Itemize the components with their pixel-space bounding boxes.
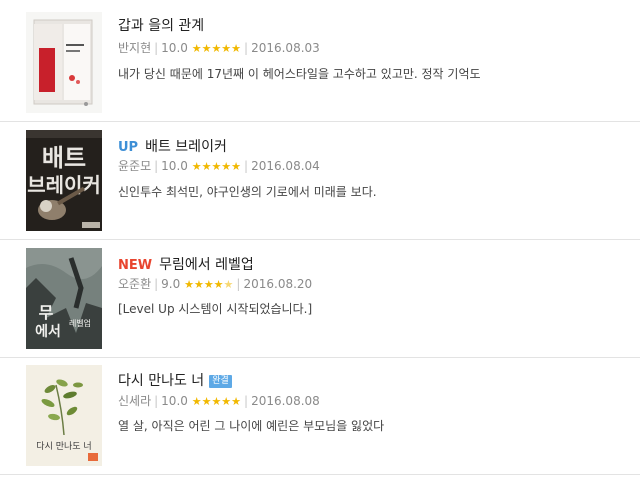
book-cover[interactable]: [26, 12, 102, 113]
divider: |: [154, 394, 159, 408]
book-cover[interactable]: 무 에서 레벨업: [26, 248, 102, 349]
star-rating-icon: ★★★★★: [191, 395, 242, 408]
svg-text:브레이커: 브레이커: [27, 173, 101, 197]
half-star-icon: ★: [223, 278, 234, 291]
svg-text:무: 무: [39, 303, 54, 322]
author-name[interactable]: 윤준모: [118, 159, 151, 173]
book-cover[interactable]: 다시 만나도 너: [26, 365, 102, 466]
rating-value: 10.0: [161, 41, 188, 55]
rating-value: 10.0: [161, 159, 188, 173]
rating-value: 10.0: [161, 394, 188, 408]
rating-value: 9.0: [161, 277, 181, 291]
book-description[interactable]: [Level Up 시스템이 시작되었습니다.]: [118, 300, 312, 317]
book-title[interactable]: 갑과 을의 관계: [118, 18, 204, 34]
divider: |: [154, 277, 159, 291]
divider: |: [154, 159, 159, 173]
book-title[interactable]: 다시 만나도 너: [118, 373, 204, 389]
book-meta: 오준환 | 9.0 ★★★★★ | 2016.08.20: [118, 275, 312, 292]
divider: |: [154, 41, 159, 55]
book-description[interactable]: 내가 당신 때문에 17년째 이 헤어스타일을 고수하고 있고만. 정작 기억도: [118, 65, 481, 82]
book-meta: 반지현 | 10.0 ★★★★★ | 2016.08.03: [118, 39, 320, 56]
svg-text:에서: 에서: [35, 324, 61, 340]
book-title-line[interactable]: NEW 무림에서 레벨업: [118, 254, 254, 274]
new-badge: NEW: [118, 258, 153, 273]
publish-date: 2016.08.04: [251, 159, 320, 173]
book-title[interactable]: 무림에서 레벨업: [159, 257, 254, 273]
divider: [0, 121, 640, 122]
publish-date: 2016.08.20: [243, 277, 313, 291]
book-cover[interactable]: 배트 브레이커: [26, 130, 102, 231]
divider: [0, 474, 640, 475]
author-name[interactable]: 신세라: [118, 394, 151, 408]
star-rating-icon: ★★★★★: [191, 42, 242, 55]
star-rating-icon: ★★★★★: [191, 160, 242, 173]
book-title[interactable]: 배트 브레이커: [145, 139, 227, 155]
divider: [0, 357, 640, 358]
complete-badge: 완결: [209, 375, 232, 388]
up-badge: UP: [118, 140, 139, 155]
divider: |: [244, 41, 249, 55]
book-description[interactable]: 신인투수 최석민, 야구인생의 기로에서 미래를 보다.: [118, 183, 377, 200]
book-description[interactable]: 열 살, 아직은 어린 그 나이에 예린은 부모님을 잃었다: [118, 417, 384, 434]
star-rating-icon: ★★★★: [184, 278, 224, 291]
svg-text:배트: 배트: [42, 144, 86, 172]
book-meta: 신세라 | 10.0 ★★★★★ | 2016.08.08: [118, 392, 320, 409]
author-name[interactable]: 오준환: [118, 277, 151, 291]
publish-date: 2016.08.08: [251, 394, 320, 408]
divider: |: [236, 277, 241, 291]
book-title-line[interactable]: 다시 만나도 너 완결: [118, 370, 232, 390]
svg-text:다시 만나도 너: 다시 만나도 너: [36, 441, 91, 452]
divider: [0, 239, 640, 240]
svg-text:레벨업: 레벨업: [69, 318, 91, 328]
book-title-line[interactable]: 갑과 을의 관계: [118, 15, 204, 35]
author-name[interactable]: 반지현: [118, 41, 151, 55]
divider: |: [244, 394, 249, 408]
divider: |: [244, 159, 249, 173]
publish-date: 2016.08.03: [251, 41, 320, 55]
book-meta: 윤준모 | 10.0 ★★★★★ | 2016.08.04: [118, 157, 320, 174]
book-title-line[interactable]: UP 배트 브레이커: [118, 136, 227, 156]
